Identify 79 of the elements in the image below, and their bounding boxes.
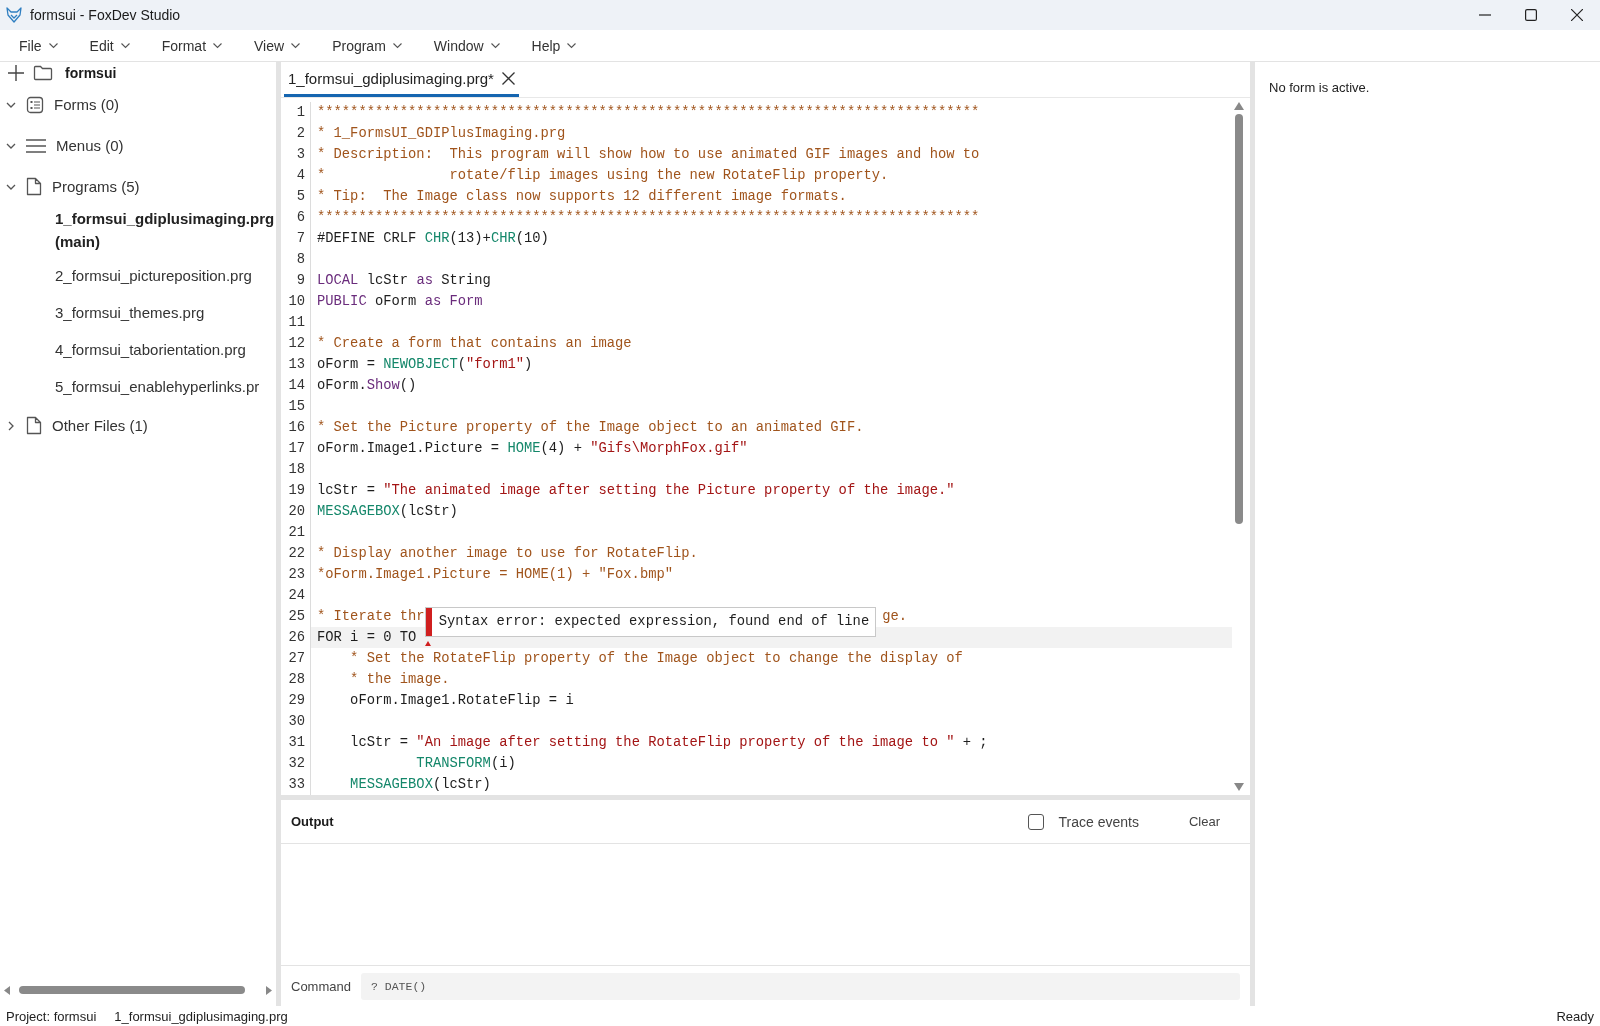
code-line: MESSAGEBOX(lcStr): [316, 504, 458, 519]
code-line: * Tip: The Image class now supports 12 different image formats.: [316, 189, 847, 204]
chevron-down-icon: [213, 42, 223, 49]
menu-item[interactable]: Window: [424, 33, 509, 58]
add-icon[interactable]: [7, 64, 25, 82]
code-line: PUBLIC oForm as Form: [316, 294, 483, 309]
code-line: ge.: [881, 609, 908, 624]
code-line: ********************************************************************************: [316, 105, 980, 120]
file-icon: [26, 416, 42, 435]
code-line: *oForm.Image1.Picture = HOME(1) + "Fox.bmp": [316, 567, 674, 582]
code-line: LOCAL lcStr as String: [316, 273, 491, 288]
trace-events-checkbox[interactable]: Trace events: [1027, 813, 1139, 830]
scroll-right-icon[interactable]: [266, 985, 272, 995]
tree-group-label[interactable]: Programs (5): [52, 178, 140, 195]
menu-item[interactable]: Format: [152, 33, 232, 58]
output-title: Output: [291, 814, 335, 829]
tree-item[interactable]: 3_formsui_themes.prg: [55, 294, 273, 331]
status-project: Project: formsui: [6, 1008, 97, 1024]
close-icon: [1571, 9, 1583, 21]
project-name[interactable]: formsui: [65, 65, 117, 81]
chevron-down-icon: [392, 42, 402, 49]
code-line: * Set the RotateFlip property of the Image object to change the display of: [349, 651, 963, 666]
code-line: * Iterate thr: [316, 609, 425, 624]
folder-icon: [33, 65, 53, 81]
error-tooltip: Syntax error: expected expression, found end of line: [424, 606, 877, 637]
code-line: oForm.Image1.RotateFlip = i: [349, 693, 574, 708]
form-list-icon: [26, 95, 44, 114]
code-line: oForm.Image1.Picture = HOME(4) + "Gifs\MorphFox.gif": [316, 441, 748, 456]
menu-item[interactable]: Edit: [80, 33, 139, 58]
chevron-down-icon: [48, 42, 58, 49]
code-line: lcStr = "The animated image after setting the Picture property of the image.": [316, 483, 955, 498]
menu-lines-icon: [26, 138, 46, 153]
tree-group-label[interactable]: Forms (0): [54, 96, 119, 113]
scroll-left-icon[interactable]: [4, 985, 10, 995]
code-line: FOR i = 0 TO: [316, 630, 418, 645]
file-tab[interactable]: 1_formsui_gdiplusimaging.prg*: [284, 64, 519, 97]
clear-button[interactable]: Clear: [1178, 810, 1230, 833]
chevron-down-icon: [490, 42, 500, 49]
tree-group-label[interactable]: Other Files (1): [52, 417, 148, 434]
chevron-down-icon: [120, 42, 130, 49]
menu-item[interactable]: View: [245, 33, 310, 58]
code-line: oForm = NEWOBJECT("form1"): [316, 357, 533, 372]
code-line: * 1_FormsUI_GDIPlusImaging.prg: [316, 126, 566, 141]
properties-message: No form is active.: [1269, 80, 1370, 95]
code-line: lcStr = "An image after setting the RotateFlip property of the image to " + ;: [349, 735, 988, 750]
menu-item[interactable]: File: [10, 33, 67, 58]
code-line: * the image.: [349, 672, 450, 687]
code-line: #DEFINE CRLF CHR(13)+CHR(10): [316, 231, 549, 246]
file-icon: [26, 177, 42, 196]
chevron-down-icon: [291, 42, 301, 49]
line-number: 26: [281, 627, 311, 648]
code-line: ********************************************************************************: [316, 210, 980, 225]
chevron-down-icon: [567, 42, 577, 49]
command-input-field[interactable]: ? DATE(): [360, 972, 1240, 1000]
app-logo-icon: [6, 7, 22, 23]
code-line: * Display another image to use for RotateFlip.: [316, 546, 698, 561]
close-icon[interactable]: [501, 72, 515, 85]
code-line: * Set the Picture property of the Image object to an animated GIF.: [316, 420, 864, 435]
code-line: oForm.Show(): [316, 378, 417, 393]
menu-item[interactable]: Program: [323, 33, 411, 58]
code-line: * Create a form that contains an image: [316, 336, 632, 351]
tree-item[interactable]: 4_formsui_taborientation.prg: [55, 331, 273, 368]
tree-item[interactable]: 5_formsui_enablehyperlinks.pr: [55, 368, 273, 405]
chevron-right-icon[interactable]: [6, 420, 16, 431]
tree-item[interactable]: 1_formsui_gdiplusimaging.prg (main): [55, 207, 273, 257]
status-file: 1_formsui_gdiplusimaging.prg: [114, 1008, 288, 1024]
maximize-icon: [1525, 9, 1537, 21]
command-label: Command: [291, 978, 351, 994]
window-title: formsui - FoxDev Studio: [30, 7, 182, 23]
tree-item[interactable]: 2_formsui_pictureposition.prg: [55, 257, 273, 294]
scroll-down-icon[interactable]: [1234, 783, 1244, 791]
scroll-up-icon[interactable]: [1234, 102, 1244, 110]
code-line: TRANSFORM(i): [415, 756, 516, 771]
code-line: MESSAGEBOX(lcStr): [349, 777, 491, 792]
code-line: * Description: This program will show how to use animated GIF images and how to: [316, 147, 980, 162]
tree-group-label[interactable]: Menus (0): [56, 137, 124, 154]
status-text: Ready: [1556, 1008, 1594, 1024]
menu-item[interactable]: Help: [522, 33, 586, 58]
code-line: * rotate/flip images using the new RotateFlip property.: [316, 168, 889, 183]
